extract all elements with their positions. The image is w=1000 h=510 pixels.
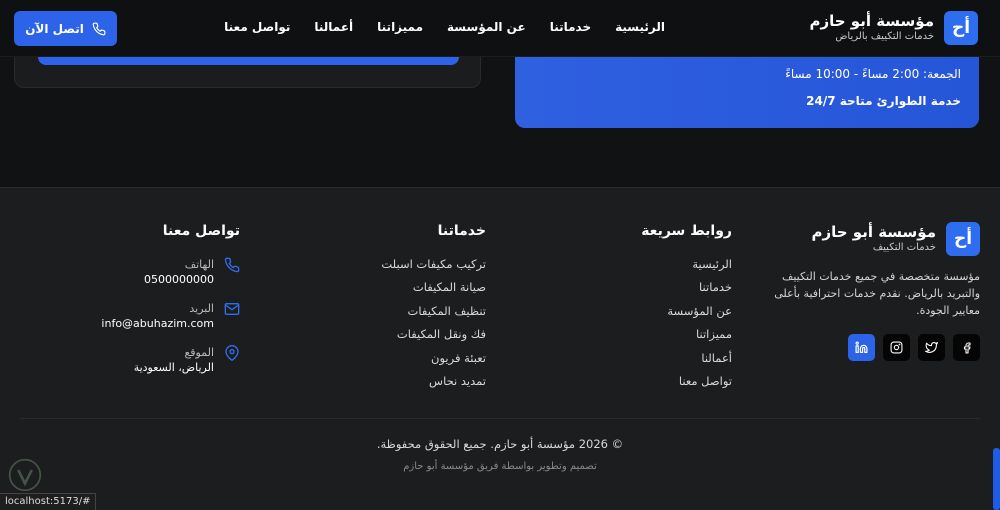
footer-link-about[interactable]: عن المؤسسة: [582, 304, 732, 327]
footer-services: خدماتنا تركيب مكيفات اسبلت صيانة المكيفا…: [336, 223, 486, 397]
shield-watermark-icon: [8, 458, 42, 492]
instagram-icon[interactable]: [883, 334, 910, 361]
email-value: info@abuhazim.com: [101, 317, 214, 330]
service-link[interactable]: تمديد نحاس: [336, 374, 486, 397]
scrollbar-thumb[interactable]: [993, 448, 1000, 510]
contact-phone[interactable]: الهاتف 0500000000: [80, 257, 240, 288]
location-label: الموقع: [184, 346, 214, 359]
phone-label: الهاتف: [184, 258, 214, 271]
email-label: البريد: [189, 302, 214, 315]
nav-features[interactable]: مميزاتنا: [377, 20, 423, 34]
service-link[interactable]: تعبئة فريون: [336, 351, 486, 374]
nav-home[interactable]: الرئيسية: [615, 20, 665, 34]
footer-brand: أح مؤسسة أبو حازم خدمات التكييف: [770, 222, 980, 256]
twitter-icon[interactable]: [918, 334, 945, 361]
location-pin-icon: [225, 345, 239, 361]
brand-text: مؤسسة أبو حازم خدمات التكييف بالرياض: [810, 12, 935, 44]
contact-location-text: الموقع الرياض، السعودية: [134, 345, 214, 376]
main-nav: الرئيسية خدماتنا عن المؤسسة مميزاتنا أعم…: [224, 20, 665, 34]
footer-quick-links: روابط سريعة الرئيسية خدماتنا عن المؤسسة …: [582, 223, 732, 397]
services-title: خدماتنا: [437, 223, 486, 239]
hours-friday: الجمعة: 2:00 مساءً - 10:00 مساءً: [785, 67, 961, 81]
header-brand[interactable]: أح مؤسسة أبو حازم خدمات التكييف بالرياض: [810, 11, 978, 45]
contact-title: تواصل معنا: [162, 223, 240, 239]
footer-link-works[interactable]: أعمالنا: [582, 351, 732, 374]
call-now-button[interactable]: اتصل الآن: [14, 11, 117, 46]
service-link[interactable]: تنظيف المكيفات: [336, 304, 486, 327]
footer-link-contact[interactable]: تواصل معنا: [582, 374, 732, 397]
emergency-service: خدمة الطوارئ متاحة 24/7: [806, 94, 961, 108]
phone-icon: [92, 22, 106, 35]
contact-email-text: البريد info@abuhazim.com: [101, 301, 214, 332]
footer-link-home[interactable]: الرئيسية: [582, 257, 732, 280]
footer-link-services[interactable]: خدماتنا: [582, 280, 732, 303]
nav-works[interactable]: أعمالنا: [314, 20, 353, 34]
footer-about: أح مؤسسة أبو حازم خدمات التكييف مؤسسة مت…: [770, 222, 980, 361]
footer-contact: تواصل معنا الهاتف 0500000000 البريد info…: [80, 223, 240, 389]
browser-status-url: localhost:5173/#: [0, 493, 97, 510]
services-list: تركيب مكيفات اسبلت صيانة المكيفات تنظيف …: [336, 257, 486, 397]
service-link[interactable]: صيانة المكيفات: [336, 280, 486, 303]
footer-link-features[interactable]: مميزاتنا: [582, 327, 732, 350]
brand-title: مؤسسة أبو حازم: [809, 12, 935, 30]
phone-icon: [224, 257, 240, 273]
nav-contact[interactable]: تواصل معنا: [224, 20, 290, 34]
nav-services[interactable]: خدماتنا: [550, 20, 591, 34]
service-link[interactable]: فك ونقل المكيفات: [336, 327, 486, 350]
mail-icon: [224, 303, 240, 315]
service-link[interactable]: تركيب مكيفات اسبلت: [336, 257, 486, 280]
location-value: الرياض، السعودية: [133, 361, 214, 374]
linkedin-icon[interactable]: [848, 334, 875, 361]
quick-links-list: الرئيسية خدماتنا عن المؤسسة مميزاتنا أعم…: [582, 257, 732, 397]
call-now-label: اتصل الآن: [25, 21, 84, 36]
contact-location: الموقع الرياض، السعودية: [80, 345, 240, 376]
brand-subtitle: خدمات التكييف بالرياض: [835, 31, 934, 42]
footer-divider: [20, 418, 980, 419]
facebook-icon[interactable]: [953, 334, 980, 361]
phone-value: 0500000000: [144, 273, 214, 286]
credits: تصميم وتطوير بواسطة فريق مؤسسة أبو حازم: [403, 461, 597, 472]
logo-badge: أح: [944, 11, 978, 45]
site-header: أح مؤسسة أبو حازم خدمات التكييف بالرياض …: [0, 0, 1000, 57]
contact-phone-text: الهاتف 0500000000: [144, 257, 214, 288]
contact-email[interactable]: البريد info@abuhazim.com: [80, 301, 240, 332]
footer-logo-badge: أح: [946, 222, 980, 256]
nav-about[interactable]: عن المؤسسة: [447, 20, 526, 34]
site-footer: أح مؤسسة أبو حازم خدمات التكييف مؤسسة مت…: [0, 187, 1000, 510]
copyright: © 2026 مؤسسة أبو حازم. جميع الحقوق محفوظ…: [376, 437, 624, 451]
footer-description: مؤسسة متخصصة في جميع خدمات التكييف والتب…: [774, 270, 980, 317]
quick-links-title: روابط سريعة: [641, 223, 732, 239]
footer-brand-title: مؤسسة أبو حازم: [811, 223, 937, 241]
social-links: [770, 334, 980, 361]
footer-brand-subtitle: خدمات التكييف: [872, 242, 936, 253]
footer-brand-text: مؤسسة أبو حازم خدمات التكييف: [812, 223, 937, 255]
